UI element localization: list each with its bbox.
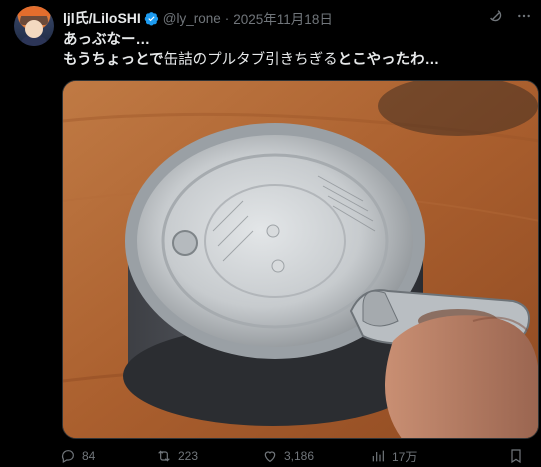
post-text-line-2: もうちょっとで缶詰のプルタブ引きちぎるとこやったわ…: [63, 50, 439, 70]
post-image[interactable]: [62, 80, 539, 439]
post-card[interactable]: ljl氏/LiloSHI @ly_rone · 2025年11月18日 あっぶな…: [0, 0, 541, 467]
top-actions: [487, 7, 533, 25]
post-header: ljl氏/LiloSHI @ly_rone · 2025年11月18日: [63, 9, 333, 27]
more-icon[interactable]: [515, 7, 533, 25]
like-icon: [264, 451, 276, 463]
post-text-line-1: あっぶなー…: [63, 32, 150, 48]
post-text-part-a: もうちょっとで: [63, 52, 164, 68]
avatar[interactable]: [14, 6, 54, 46]
action-bar: 84 223 3,186 17万: [60, 445, 530, 467]
repost-button[interactable]: 223: [156, 448, 262, 464]
grok-icon[interactable]: [487, 7, 505, 25]
display-name[interactable]: ljl氏/LiloSHI: [63, 8, 141, 28]
post-date[interactable]: 2025年11月18日: [233, 8, 333, 28]
reply-icon: [61, 450, 74, 464]
post-text: あっぶなー… もうちょっとで缶詰のプルタブ引きちぎるとこやったわ…: [63, 30, 439, 70]
separator: ·: [224, 10, 230, 26]
reply-count: 84: [82, 449, 96, 463]
views-icon: [372, 450, 384, 462]
reply-button[interactable]: 84: [60, 448, 156, 464]
post-text-part-b: 缶詰のプルタブ引きちぎる: [163, 52, 338, 68]
bookmark-button[interactable]: [508, 448, 530, 464]
verified-badge-icon: [144, 11, 158, 25]
can-photo: [63, 81, 538, 438]
bookmark-icon: [511, 449, 521, 464]
views-button[interactable]: 17万: [370, 448, 480, 465]
like-count: 3,186: [284, 449, 315, 463]
handle[interactable]: @ly_rone: [163, 11, 221, 26]
repost-count: 223: [178, 449, 199, 463]
post-text-part-c: とこやったわ…: [337, 52, 440, 68]
views-count: 17万: [392, 449, 418, 464]
like-button[interactable]: 3,186: [262, 448, 370, 464]
repost-icon: [158, 450, 170, 462]
